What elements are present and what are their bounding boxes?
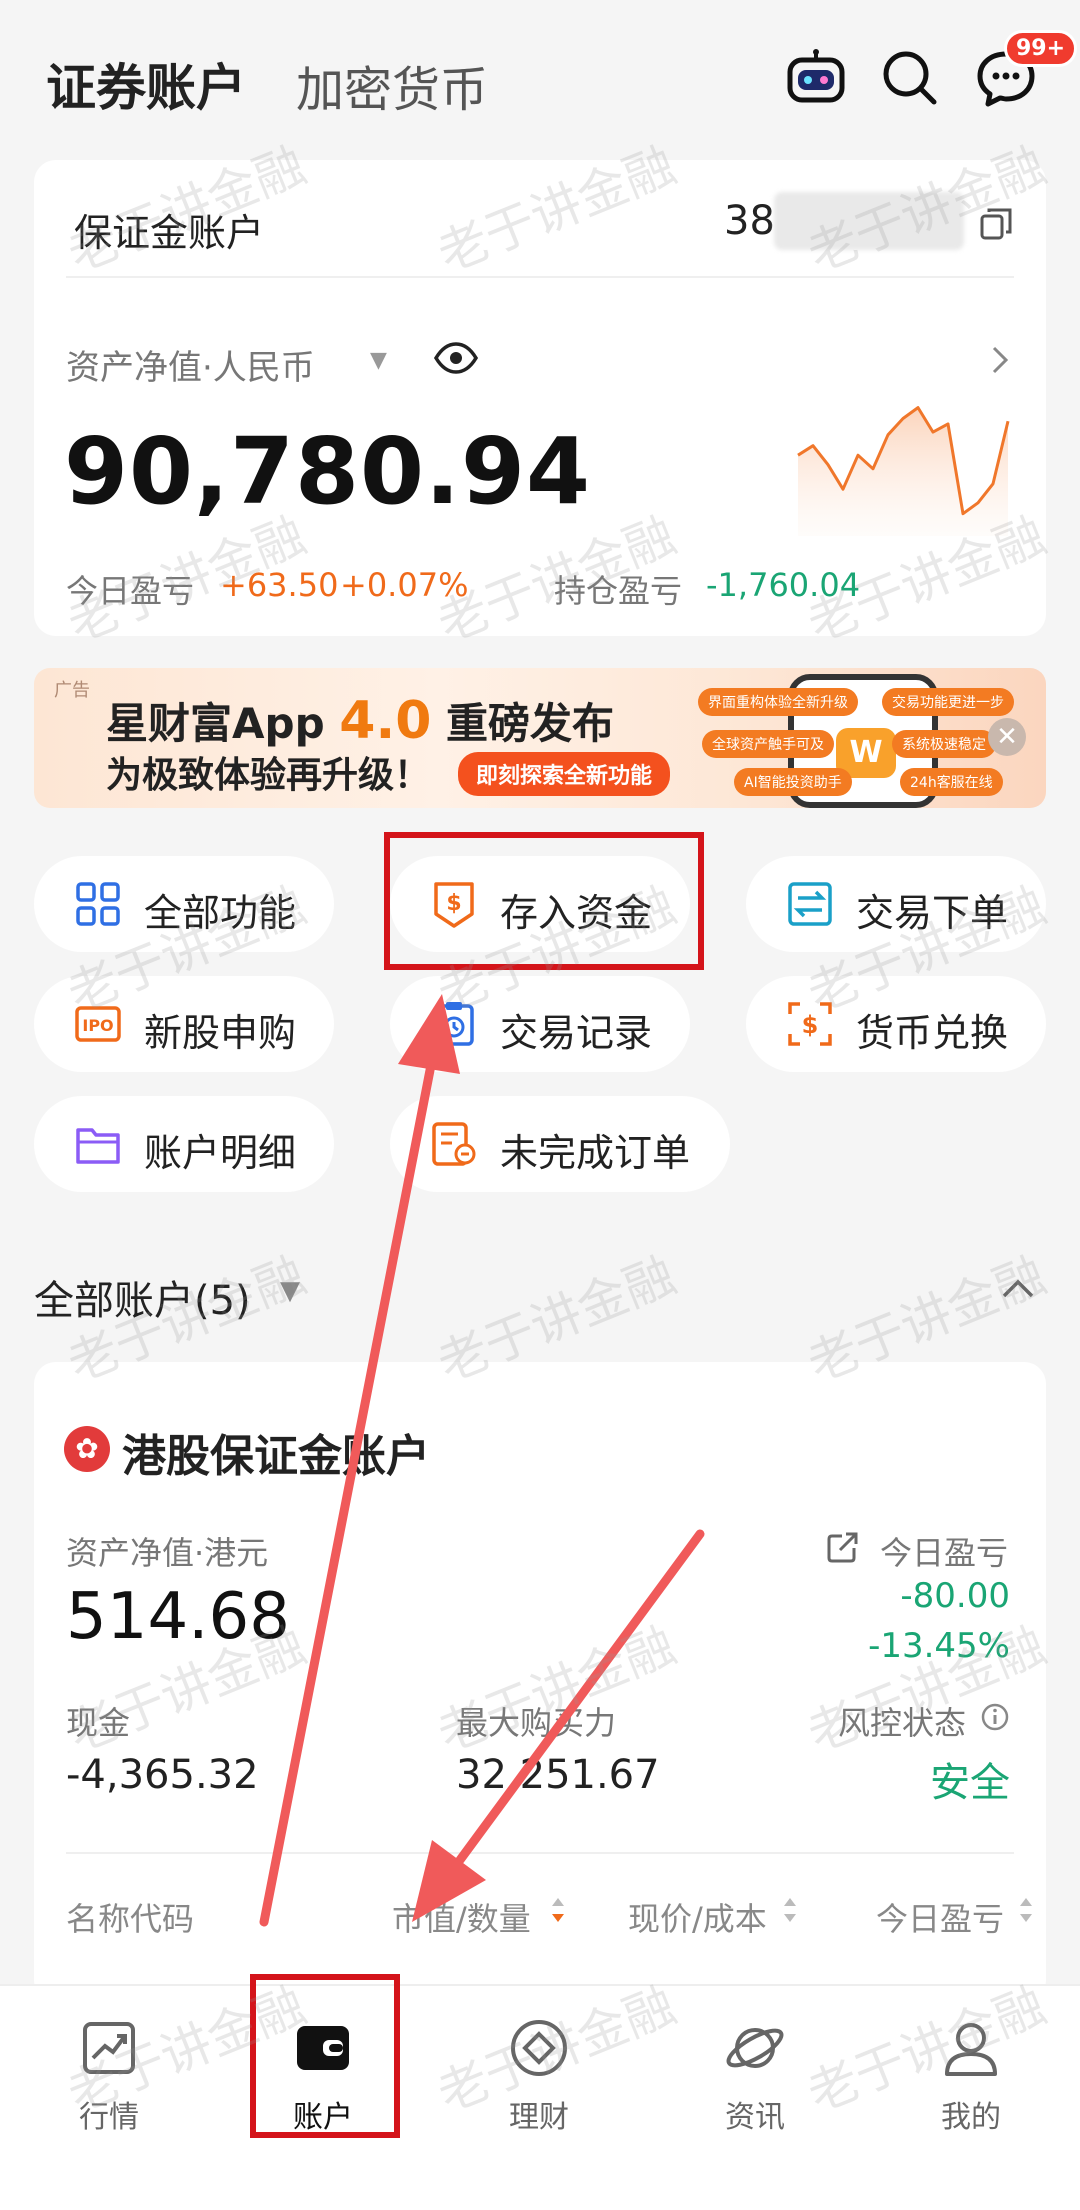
info-icon[interactable] — [980, 1702, 1010, 1732]
ad-subheadline: 为极致体验再升级！ — [106, 755, 431, 796]
hk-account-title: 港股保证金账户 — [122, 1431, 430, 1482]
hk-net-asset-label: 资产净值·港元 — [66, 1534, 269, 1572]
function-label: 新股申购 — [144, 1011, 297, 1055]
hk-today-pl-label: 今日盈亏 — [880, 1534, 1009, 1572]
account-details-button[interactable]: 账户明细 — [34, 1096, 334, 1192]
function-label: 交易记录 — [500, 1011, 653, 1055]
sort-icon[interactable] — [1018, 1890, 1034, 1930]
chevron-right-icon[interactable] — [986, 342, 1014, 378]
sort-icon[interactable] — [550, 1890, 566, 1930]
ad-banner[interactable]: 广告 星财富App 4.0 重磅发布 为极致体验再升级！ 即刻探索全新功能 W … — [34, 668, 1046, 808]
tab-crypto[interactable]: 加密货币 — [296, 50, 488, 120]
account-number: 38 — [724, 198, 775, 244]
ad-feature-pill: 系统极速稳定 — [892, 730, 996, 758]
message-badge: 99+ — [1004, 30, 1078, 67]
buying-power-value: 32,251.67 — [456, 1752, 660, 1798]
pending-order-icon — [432, 1122, 476, 1166]
eye-icon[interactable] — [432, 338, 480, 378]
ad-tag: 广告 — [54, 680, 90, 701]
col-header-price[interactable]: 现价/成本 — [628, 1894, 767, 1940]
col-header-market-value[interactable]: 市值/数量 — [392, 1894, 531, 1940]
search-icon[interactable] — [878, 46, 942, 110]
ad-feature-pill: AI智能投资助手 — [734, 768, 852, 796]
trade-icon — [788, 882, 832, 926]
col-header-name: 名称代码 — [66, 1900, 195, 1938]
ad-close-icon[interactable]: ✕ — [988, 718, 1026, 756]
pending-orders-button[interactable]: 未完成订单 — [390, 1096, 730, 1192]
col-header-today-pl[interactable]: 今日盈亏 — [876, 1894, 1004, 1940]
ad-feature-pill: 界面重构体验全新升级 — [698, 688, 858, 716]
hk-flag-icon: ✿ — [64, 1426, 110, 1472]
function-label: 货币兑换 — [856, 1011, 1009, 1055]
planet-icon — [726, 2028, 784, 2068]
ad-feature-pill: 24h客服在线 — [900, 768, 1003, 796]
sort-icon[interactable] — [782, 1890, 798, 1930]
nav-label: 资讯 — [725, 2100, 785, 2135]
function-label: 账户明细 — [144, 1131, 297, 1175]
ad-headline: 星财富App 4.0 重磅发布 — [106, 691, 615, 751]
currency-dropdown-icon[interactable]: ▼ — [370, 348, 387, 373]
folder-icon — [76, 1128, 120, 1164]
svg-text:$: $ — [802, 1011, 819, 1039]
divider — [66, 276, 1014, 278]
tab-securities-account[interactable]: 证券账户 — [46, 48, 246, 120]
divider — [66, 1852, 1014, 1854]
ad-explore-button[interactable]: 即刻探索全新功能 — [458, 752, 671, 796]
nav-label: 我的 — [941, 2100, 1001, 2135]
top-bar: 证券账户 加密货币 99+ — [0, 0, 1080, 160]
ad-feature-pill: 全球资产触手可及 — [702, 730, 834, 758]
risk-status-value: 安全 — [930, 1760, 1010, 1806]
function-label: 未完成订单 — [500, 1131, 691, 1175]
hk-today-pl-value: -80.00 — [900, 1576, 1010, 1616]
ad-feature-pill: 交易功能更进一步 — [882, 688, 1014, 716]
grid-icon — [76, 882, 120, 926]
share-icon[interactable] — [826, 1530, 860, 1564]
net-asset-value: 90,780.94 — [64, 418, 591, 525]
robot-icon[interactable] — [784, 46, 848, 110]
net-asset-label[interactable]: 资产净值·人民币 — [66, 340, 315, 389]
